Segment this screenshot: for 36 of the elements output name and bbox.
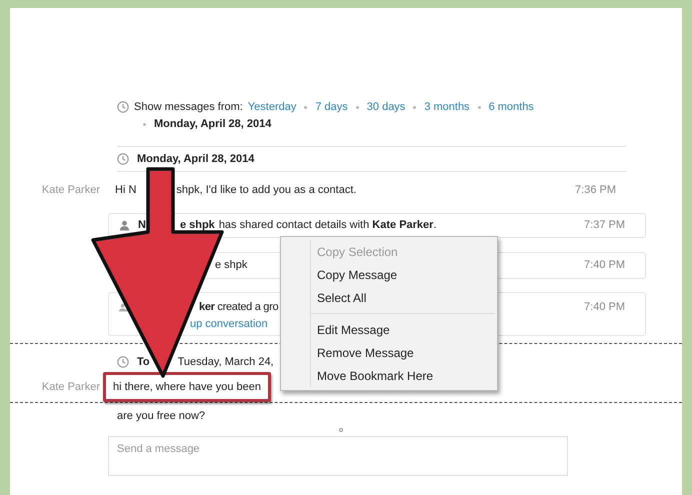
history-link[interactable]: 7 days <box>315 98 348 116</box>
clock-icon <box>117 356 129 368</box>
event-text: e shpk <box>180 218 215 234</box>
menu-item[interactable]: Copy Message <box>317 263 495 286</box>
message-text: are you free now? <box>117 409 206 424</box>
current-date: Monday, April 28, 2014 <box>154 116 272 132</box>
clock-icon <box>117 153 129 165</box>
date-heading: Monday, April 28, 2014 <box>137 152 254 167</box>
person-icon <box>119 220 130 231</box>
history-label: Show messages from: <box>134 100 243 115</box>
sender-name: Kate Parker <box>42 182 100 198</box>
event-text: e shpk <box>215 258 248 274</box>
message-text: Hi N <box>115 182 136 198</box>
message-time: 7:40 PM <box>584 300 625 315</box>
highlighted-message: hi there, where have you been <box>103 372 271 402</box>
menu-item[interactable]: Select All <box>317 286 495 309</box>
event-text: N <box>138 218 146 234</box>
clock-icon <box>117 101 129 113</box>
history-link[interactable]: 6 months <box>488 98 534 116</box>
message-time: 7:37 PM <box>584 218 625 234</box>
history-link[interactable]: Yesterday <box>248 98 296 116</box>
message-time: 7:40 PM <box>584 258 625 274</box>
message-input[interactable]: Send a message <box>108 436 568 476</box>
history-link[interactable]: 30 days <box>366 98 406 116</box>
date-heading: To <box>137 354 150 370</box>
menu-item[interactable]: Remove Message <box>317 341 495 364</box>
menu-item[interactable]: Edit Message <box>317 318 495 341</box>
history-link[interactable]: 3 months <box>424 98 470 116</box>
message-time: 7:36 PM <box>575 182 616 198</box>
event-text: ker created a gro <box>199 300 278 315</box>
message-text: shpk, I'd like to add you as a contact. <box>176 182 356 198</box>
menu-item[interactable]: Move Bookmark Here <box>317 364 495 387</box>
date-heading: Tuesday, March 24, <box>178 354 274 370</box>
event-text: has shared contact details with Kate Parker. <box>218 218 437 234</box>
sender-name: Kate Parker <box>42 380 100 395</box>
conversation-link[interactable]: up conversation <box>190 316 278 332</box>
